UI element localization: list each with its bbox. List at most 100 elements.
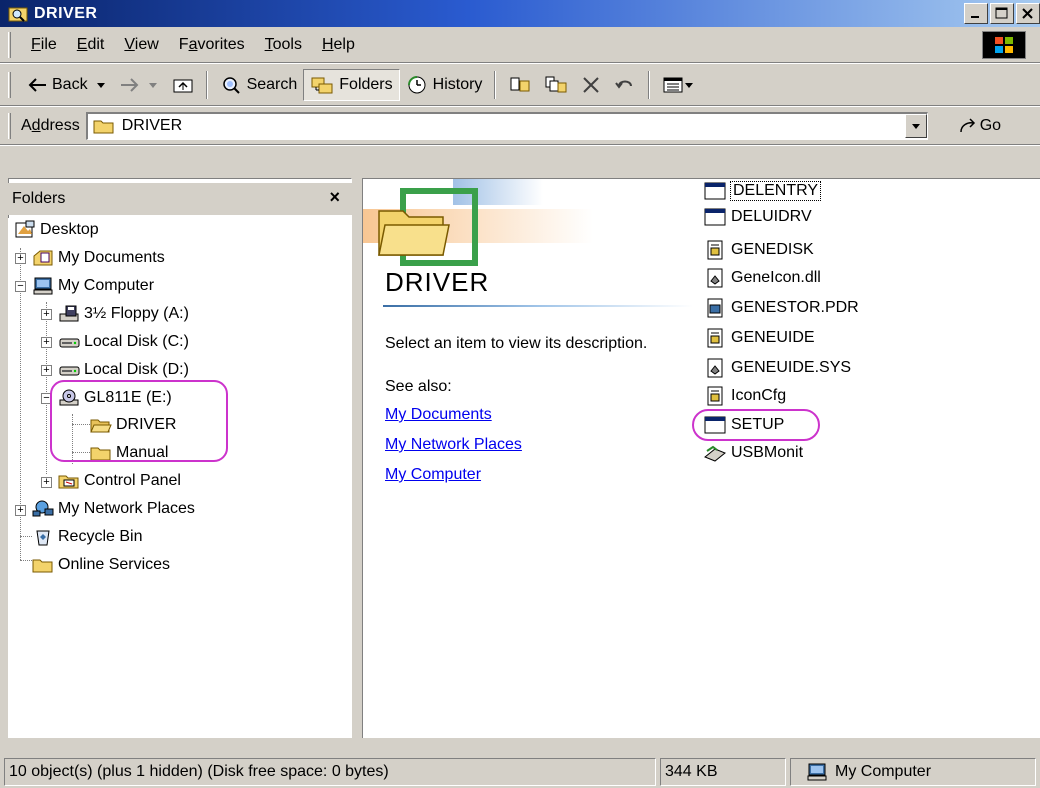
close-folders-pane-icon[interactable]: ×: [329, 187, 340, 208]
file-item-genestor-pdr[interactable]: GENESTOR.PDR: [703, 296, 859, 320]
file-name: GENEDISK: [731, 241, 814, 258]
address-value: DRIVER: [121, 117, 183, 134]
toolbar-separator: [494, 70, 497, 99]
file-item-setup[interactable]: SETUP: [703, 413, 784, 437]
menu-grip[interactable]: [8, 31, 11, 58]
expand-local-disk-c[interactable]: +: [41, 337, 52, 348]
tree-connector: [72, 452, 90, 453]
close-icon: [1022, 8, 1033, 19]
control-panel-icon: [58, 475, 79, 489]
menu-view[interactable]: View: [114, 36, 168, 54]
address-bar: Address DRIVER Go: [0, 107, 1040, 145]
up-folder-button[interactable]: [166, 69, 200, 101]
folder-icon: [90, 447, 111, 461]
views-button[interactable]: [656, 69, 700, 101]
tree-item-recycle-bin[interactable]: Recycle Bin: [32, 523, 142, 551]
chevron-down-icon: [911, 123, 920, 129]
tree-item-manual[interactable]: Manual: [90, 439, 168, 467]
toolbar-separator: [205, 70, 208, 99]
file-item-deluidrv[interactable]: DELUIDRV: [703, 205, 812, 229]
title-bar[interactable]: DRIVER: [0, 0, 1040, 27]
forward-dropdown-icon[interactable]: [146, 80, 160, 90]
back-dropdown-icon[interactable]: [94, 80, 108, 90]
windows-logo-icon: [982, 31, 1026, 59]
status-bar: 10 object(s) (plus 1 hidden) (Disk free …: [0, 756, 1040, 788]
link-my-network-places[interactable]: My Network Places: [385, 436, 522, 454]
link-my-computer[interactable]: My Computer: [385, 466, 481, 484]
undo-button[interactable]: [608, 69, 642, 101]
tree-item-my-documents[interactable]: My Documents: [32, 244, 165, 272]
views-dropdown-icon[interactable]: [684, 80, 694, 90]
collapse-gl811e[interactable]: −: [41, 393, 52, 404]
app-window-icon: [704, 416, 726, 434]
go-arrow-icon: [959, 117, 975, 132]
folders-button[interactable]: Folders: [303, 68, 400, 101]
tree-item-my-computer[interactable]: My Computer: [32, 272, 154, 300]
file-item-geneuide-sys[interactable]: GENEUIDE.SYS: [703, 356, 851, 380]
tree-item-driver[interactable]: DRIVER: [90, 411, 176, 439]
tree-item-local-disk-c[interactable]: Local Disk (C:): [58, 328, 189, 356]
address-input[interactable]: DRIVER: [85, 111, 928, 140]
file-item-delentry[interactable]: DELENTRY: [703, 179, 822, 203]
tree-item-my-network-places[interactable]: My Network Places: [32, 495, 195, 523]
tree-item-floppy[interactable]: 3½ Floppy (A:): [58, 300, 189, 328]
file-name: USBMonit: [731, 444, 804, 461]
expand-local-disk-d[interactable]: +: [41, 365, 52, 376]
pane-splitter[interactable]: [352, 178, 362, 738]
expand-my-documents[interactable]: +: [15, 253, 26, 264]
tree-item-gl811e[interactable]: GL811E (E:): [58, 384, 172, 412]
toolbar-separator: [648, 70, 651, 99]
status-object-count: 10 object(s) (plus 1 hidden) (Disk free …: [4, 758, 656, 786]
collapse-my-computer[interactable]: −: [15, 281, 26, 292]
folder-icon: [93, 120, 114, 134]
app-window-icon: [704, 182, 726, 200]
expand-my-network-places[interactable]: +: [15, 505, 26, 516]
forward-button[interactable]: [114, 69, 166, 101]
file-item-usbmonit[interactable]: USBMonit: [703, 441, 803, 465]
recycle-bin-icon: [36, 530, 50, 546]
file-item-geneicon-dll[interactable]: GeneIcon.dll: [703, 266, 821, 290]
maximize-icon: [995, 7, 1008, 19]
toolbar-grip[interactable]: [8, 71, 11, 98]
file-item-geneuide[interactable]: GENEUIDE: [703, 326, 815, 350]
status-size: 344 KB: [660, 758, 786, 786]
menu-edit[interactable]: Edit: [67, 36, 115, 54]
tree-item-desktop[interactable]: Desktop: [14, 216, 99, 244]
expand-control-panel[interactable]: +: [41, 477, 52, 488]
search-button[interactable]: Search: [214, 69, 304, 101]
menu-favorites[interactable]: Favorites: [169, 36, 255, 54]
folder-icon: [32, 559, 53, 573]
delete-button[interactable]: [574, 69, 608, 101]
copy-to-button[interactable]: [538, 69, 574, 101]
minimize-button[interactable]: [964, 3, 988, 24]
webview-folder-title: DRIVER: [385, 267, 490, 297]
tree-item-online-services[interactable]: Online Services: [32, 551, 170, 579]
move-to-button[interactable]: [502, 69, 538, 101]
file-item-iconcfg[interactable]: IconCfg: [703, 384, 786, 408]
minimize-icon: [971, 16, 979, 18]
history-button[interactable]: History: [400, 69, 489, 101]
expand-floppy[interactable]: +: [41, 309, 52, 320]
link-my-documents[interactable]: My Documents: [385, 406, 492, 424]
webview-see-also: See also:: [385, 378, 452, 395]
tree-connector: [46, 302, 47, 474]
menu-file[interactable]: File: [21, 36, 67, 54]
forward-arrow-icon: [120, 77, 138, 92]
copy-to-icon: [545, 76, 567, 92]
close-button[interactable]: [1016, 3, 1040, 24]
menu-tools[interactable]: Tools: [255, 36, 312, 54]
standard-toolbar: Back Search Folders History: [0, 64, 1040, 106]
menu-help[interactable]: Help: [312, 36, 365, 54]
delete-icon: [583, 76, 600, 93]
tree-item-control-panel[interactable]: Control Panel: [58, 467, 181, 495]
address-grip[interactable]: [8, 112, 11, 139]
maximize-button[interactable]: [990, 3, 1014, 24]
file-item-genedisk[interactable]: GENEDISK: [703, 238, 814, 262]
back-button[interactable]: Back: [21, 69, 114, 101]
file-name: GENEUIDE: [731, 329, 815, 346]
dll-file-icon: [707, 268, 723, 288]
go-button[interactable]: Go: [958, 117, 1001, 135]
tree-item-local-disk-d[interactable]: Local Disk (D:): [58, 356, 189, 384]
folders-pane-title: Folders: [12, 190, 66, 207]
address-dropdown-button[interactable]: [904, 113, 927, 138]
